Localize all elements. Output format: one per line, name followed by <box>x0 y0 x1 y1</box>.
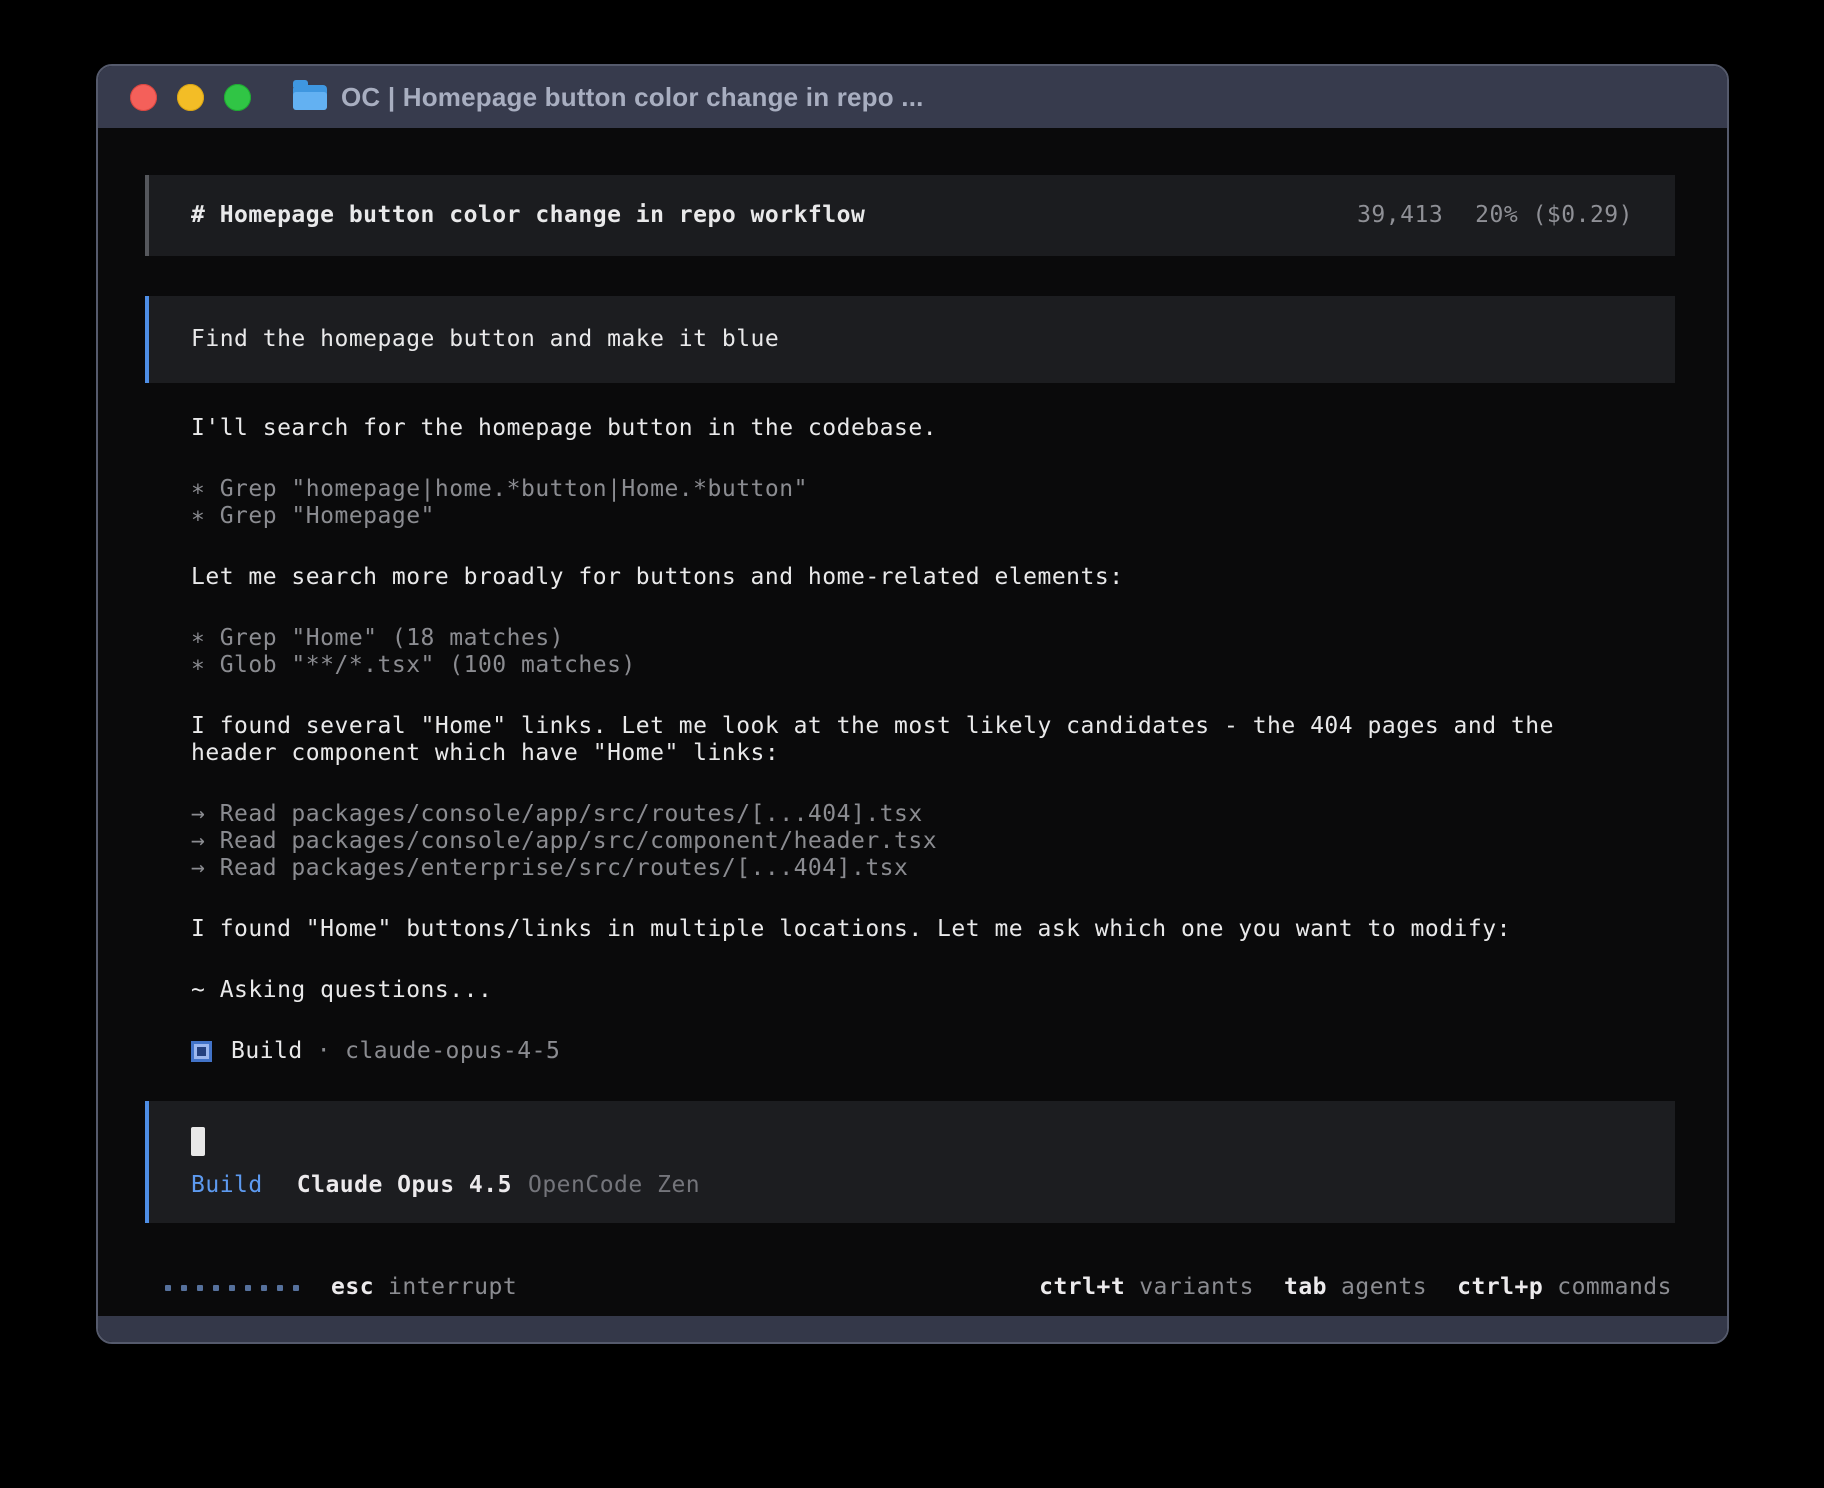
transcript-paragraph: I'll search for the homepage button in t… <box>191 415 1675 442</box>
input-mode: Build <box>191 1172 263 1199</box>
transcript-paragraph: ∗ Grep "Home" (18 matches)∗ Glob "**/*.t… <box>191 625 1675 679</box>
transcript-line: ∗ Grep "Home" (18 matches) <box>191 625 1675 652</box>
spinner-dot <box>181 1285 187 1291</box>
agent-separator: · <box>317 1038 331 1065</box>
transcript-line: I found several "Home" links. Let me loo… <box>191 713 1675 740</box>
window-title: OC | Homepage button color change in rep… <box>341 82 924 113</box>
transcript-paragraph: ~ Asking questions... <box>191 977 1675 1004</box>
ctrl-p-key-hint: ctrl+p <box>1457 1274 1543 1301</box>
transcript-line: ~ Asking questions... <box>191 977 1675 1004</box>
terminal-window: OC | Homepage button color change in rep… <box>96 64 1729 1344</box>
transcript-paragraph: Let me search more broadly for buttons a… <box>191 564 1675 591</box>
shortcut-agents: tab agents <box>1284 1274 1427 1301</box>
transcript-line: → Read packages/console/app/src/componen… <box>191 828 1675 855</box>
close-button[interactable] <box>130 84 157 111</box>
spinner-dots <box>165 1285 299 1291</box>
text-cursor <box>191 1127 205 1156</box>
agent-name: Build <box>231 1038 303 1065</box>
transcript: I'll search for the homepage button in t… <box>145 415 1675 1004</box>
zoom-button[interactable] <box>224 84 251 111</box>
prompt-input[interactable]: Build Claude Opus 4.5 OpenCode Zen <box>145 1101 1675 1223</box>
tab-key-hint: tab <box>1284 1274 1327 1301</box>
session-title: # Homepage button color change in repo w… <box>191 202 865 229</box>
session-stats: 39,413 20% ($0.29) <box>1357 202 1633 229</box>
spinner-dot <box>165 1285 171 1291</box>
spinner-dot <box>277 1285 283 1291</box>
spinner-dot <box>293 1285 299 1291</box>
spinner-dot <box>229 1285 235 1291</box>
context-cost: 20% ($0.29) <box>1475 202 1633 229</box>
transcript-line: Let me search more broadly for buttons a… <box>191 564 1675 591</box>
transcript-line: I'll search for the homepage button in t… <box>191 415 1675 442</box>
terminal-content: # Homepage button color change in repo w… <box>98 128 1727 1316</box>
transcript-line: → Read packages/enterprise/src/routes/[.… <box>191 855 1675 882</box>
agent-model: claude-opus-4-5 <box>345 1038 560 1065</box>
transcript-paragraph: ∗ Grep "homepage|home.*button|Home.*butt… <box>191 476 1675 530</box>
ctrl-t-key-hint: ctrl+t <box>1039 1274 1125 1301</box>
variants-label: variants <box>1139 1274 1254 1301</box>
transcript-line: ∗ Grep "homepage|home.*button|Home.*butt… <box>191 476 1675 503</box>
transcript-line: header component which have "Home" links… <box>191 740 1675 767</box>
input-meta: Build Claude Opus 4.5 OpenCode Zen <box>191 1172 1633 1199</box>
minimize-button[interactable] <box>177 84 204 111</box>
agent-icon <box>191 1041 212 1062</box>
status-left: esc interrupt <box>165 1274 517 1301</box>
title-bar: OC | Homepage button color change in rep… <box>98 66 1727 128</box>
status-right: ctrl+t variants tab agents ctrl+p comman… <box>1009 1274 1672 1301</box>
transcript-paragraph: I found several "Home" links. Let me loo… <box>191 713 1675 767</box>
esc-key-hint: esc <box>331 1274 374 1301</box>
transcript-line: ∗ Glob "**/*.tsx" (100 matches) <box>191 652 1675 679</box>
transcript-line: → Read packages/console/app/src/routes/[… <box>191 801 1675 828</box>
input-model: Claude Opus 4.5 <box>297 1172 512 1199</box>
input-provider: OpenCode Zen <box>528 1172 700 1199</box>
shortcut-commands: ctrl+p commands <box>1457 1274 1672 1301</box>
transcript-line: I found "Home" buttons/links in multiple… <box>191 916 1675 943</box>
window-footer-strip <box>98 1316 1727 1342</box>
status-bar: esc interrupt ctrl+t variants tab agents… <box>145 1274 1675 1301</box>
spinner-dot <box>213 1285 219 1291</box>
transcript-line: ∗ Grep "Homepage" <box>191 503 1675 530</box>
folder-icon <box>293 85 327 110</box>
agents-label: agents <box>1341 1274 1427 1301</box>
interrupt-label: interrupt <box>388 1274 517 1301</box>
transcript-paragraph: → Read packages/console/app/src/routes/[… <box>191 801 1675 882</box>
spinner-dot <box>261 1285 267 1291</box>
token-count: 39,413 <box>1357 202 1443 229</box>
spinner-dot <box>197 1285 203 1291</box>
spinner-dot <box>245 1285 251 1291</box>
user-message: Find the homepage button and make it blu… <box>145 296 1675 383</box>
agent-status-line: Build · claude-opus-4-5 <box>145 1038 1675 1065</box>
commands-label: commands <box>1557 1274 1672 1301</box>
shortcut-variants: ctrl+t variants <box>1039 1274 1254 1301</box>
transcript-paragraph: I found "Home" buttons/links in multiple… <box>191 916 1675 943</box>
session-header: # Homepage button color change in repo w… <box>145 175 1675 256</box>
